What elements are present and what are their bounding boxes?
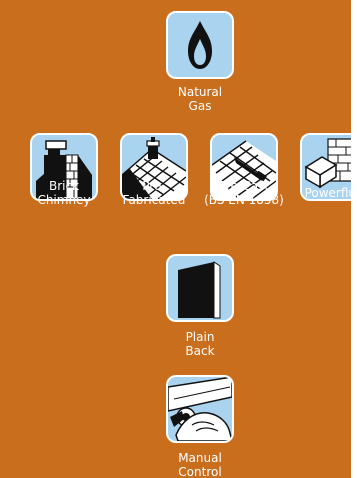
plain-back-icon [178,261,221,319]
precast-label: Pre-Cast (BS EN 1858) [198,179,290,207]
manual-control-label-line2: Control [178,465,222,478]
prefabricated-label-line2: Fabricated [122,193,186,207]
prefabricated-label: Pre- Fabricated [112,179,196,207]
gas-flame-icon [188,21,212,69]
brick-chimney-label-line1: Brick [48,179,80,193]
prefabricated-label-line1: Pre- [142,179,166,193]
plain-back-label-line2: Back [185,344,215,358]
natural-gas-label-line1: Natural [177,85,223,99]
precast-label-line1: Pre-Cast [218,179,270,193]
precast-label-line2: (BS EN 1858) [204,193,284,207]
natural-gas-option[interactable] [166,11,234,79]
brick-chimney-label: Brick Chimney [22,179,106,207]
powerflue-label: Powerflue [290,186,351,200]
manual-control-label-line1: Manual [178,451,222,465]
manual-control-label: Manual Control [166,451,234,478]
plain-back-label-line1: Plain [185,330,215,344]
manual-control-icon [168,377,232,441]
powerflue-label-line1: Powerflue [304,186,351,200]
natural-gas-label-line2: Gas [188,99,212,113]
option-panel: Natural Gas Brick Chimney Pre- Fabricate… [0,0,351,478]
brick-chimney-label-line2: Chimney [37,193,91,207]
plain-back-option[interactable] [166,254,234,322]
manual-control-option[interactable] [166,375,234,443]
plain-back-label: Plain Back [166,330,234,358]
natural-gas-label: Natural Gas [166,85,234,113]
